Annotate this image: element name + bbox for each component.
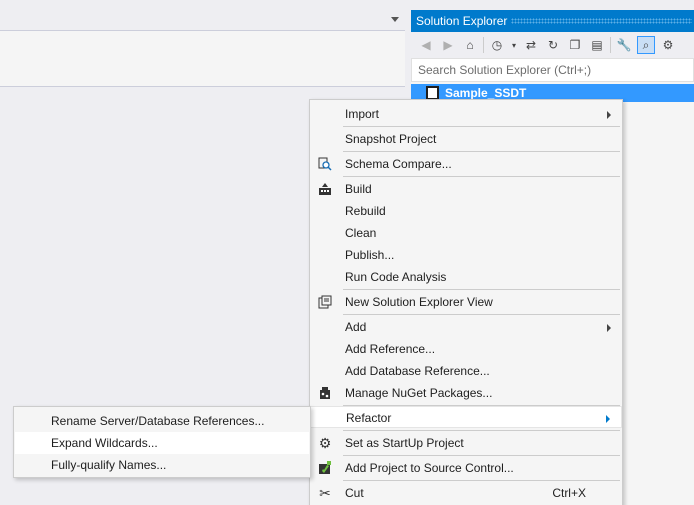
refactor-submenu: Rename Server/Database References... Exp…: [13, 406, 311, 478]
menu-item-label: Import: [345, 107, 380, 121]
menu-item-label: Set as StartUp Project: [345, 436, 464, 450]
menu-separator: [343, 151, 620, 152]
forward-icon[interactable]: ▶: [439, 36, 457, 54]
collapse-all-icon[interactable]: ❐: [566, 36, 584, 54]
menu-separator: [343, 314, 620, 315]
submenu-item-label: Fully-qualify Names...: [51, 458, 167, 472]
menu-item-import[interactable]: Import: [310, 103, 622, 125]
menu-item-label: New Solution Explorer View: [345, 295, 493, 309]
menu-separator: [343, 430, 620, 431]
menu-item-snapshot-project[interactable]: Snapshot Project: [310, 128, 622, 150]
submenu-arrow-icon: [607, 111, 611, 119]
menu-item-label: Add: [345, 320, 367, 334]
menu-item-add[interactable]: Add: [310, 316, 622, 338]
menu-item-label: Clean: [345, 226, 377, 240]
menu-separator: [343, 480, 620, 481]
submenu-arrow-icon: [607, 324, 611, 332]
menu-item-label: Schema Compare...: [345, 157, 452, 171]
submenu-item-rename-references[interactable]: Rename Server/Database References...: [15, 410, 309, 432]
properties-wrench-icon[interactable]: 🔧: [615, 36, 633, 54]
menu-item-set-startup-project[interactable]: ⚙ Set as StartUp Project: [310, 432, 622, 454]
menu-item-label: Manage NuGet Packages...: [345, 386, 493, 400]
menu-item-label: Snapshot Project: [345, 132, 437, 146]
project-context-menu: Import Snapshot Project Schema Compare..…: [309, 99, 623, 505]
build-icon: [317, 181, 333, 197]
submenu-item-expand-wildcards[interactable]: Expand Wildcards...: [15, 432, 309, 454]
toolbar-separator: [483, 37, 484, 53]
menu-item-shortcut: Ctrl+X: [552, 486, 586, 500]
toolbar-separator: [610, 37, 611, 53]
solution-explorer-search-input[interactable]: Search Solution Explorer (Ctrl+;): [411, 58, 694, 82]
menu-item-add-database-reference[interactable]: Add Database Reference...: [310, 360, 622, 382]
menu-separator: [343, 176, 620, 177]
submenu-arrow-icon: [606, 415, 610, 423]
refresh-icon[interactable]: ↻: [544, 36, 562, 54]
menu-item-add-reference[interactable]: Add Reference...: [310, 338, 622, 360]
document-area: [0, 31, 405, 87]
menu-item-label: Rebuild: [345, 204, 386, 218]
home-icon[interactable]: ⌂: [461, 36, 479, 54]
scissors-icon: ✂: [319, 484, 331, 501]
menu-item-label: Run Code Analysis: [345, 270, 447, 284]
preview-selected-icon[interactable]: ⌕: [637, 36, 655, 54]
submenu-item-fully-qualify-names[interactable]: Fully-qualify Names...: [15, 454, 309, 476]
menu-item-label: Refactor: [346, 411, 392, 425]
chevron-down-icon[interactable]: ▾: [510, 36, 518, 54]
menu-item-new-solution-explorer-view[interactable]: New Solution Explorer View: [310, 291, 622, 313]
menu-item-add-to-source-control[interactable]: Add Project to Source Control...: [310, 457, 622, 479]
submenu-item-label: Expand Wildcards...: [51, 436, 158, 450]
menu-item-refactor[interactable]: Refactor: [310, 406, 622, 428]
menu-item-cut[interactable]: ✂ Cut Ctrl+X: [310, 482, 622, 504]
menu-item-run-code-analysis[interactable]: Run Code Analysis: [310, 266, 622, 288]
menu-item-label: Publish...: [345, 248, 395, 262]
menu-item-schema-compare[interactable]: Schema Compare...: [310, 153, 622, 175]
menu-item-manage-nuget-packages[interactable]: Manage NuGet Packages...: [310, 382, 622, 404]
document-tab-bar: [0, 11, 405, 31]
new-view-icon: [317, 294, 333, 310]
solution-explorer-header[interactable]: Solution Explorer: [411, 10, 694, 32]
menu-item-clean[interactable]: Clean: [310, 222, 622, 244]
solution-explorer-toolbar: ◀ ▶ ⌂ ◷ ▾ ⇄ ↻ ❐ ▤ 🔧 ⌕ ⚙: [411, 32, 694, 58]
menu-item-label: Add Reference...: [345, 342, 436, 356]
chevron-down-icon[interactable]: [391, 17, 399, 22]
search-placeholder: Search Solution Explorer (Ctrl+;): [418, 63, 592, 77]
source-control-icon: [317, 460, 333, 476]
menu-item-label: Add Project to Source Control...: [345, 461, 514, 475]
menu-separator: [343, 289, 620, 290]
class-view-icon[interactable]: ⚙: [659, 36, 677, 54]
menu-item-label: Add Database Reference...: [345, 364, 490, 378]
menu-item-label: Cut: [345, 486, 364, 500]
menu-item-label: Build: [345, 182, 372, 196]
menu-separator: [343, 126, 620, 127]
back-icon[interactable]: ◀: [417, 36, 435, 54]
panel-grip: [511, 18, 692, 24]
menu-separator: [343, 455, 620, 456]
menu-item-publish[interactable]: Publish...: [310, 244, 622, 266]
show-all-files-icon[interactable]: ▤: [588, 36, 606, 54]
submenu-item-label: Rename Server/Database References...: [51, 414, 265, 428]
menu-item-rebuild[interactable]: Rebuild: [310, 200, 622, 222]
gear-icon: ⚙: [318, 434, 332, 451]
schema-compare-icon: [317, 156, 333, 172]
menu-item-build[interactable]: Build: [310, 178, 622, 200]
sync-icon[interactable]: ⇄: [522, 36, 540, 54]
solution-explorer-title: Solution Explorer: [416, 14, 508, 28]
nuget-icon: [317, 385, 333, 401]
project-name: Sample_SSDT: [445, 86, 527, 100]
pending-changes-filter-icon[interactable]: ◷: [488, 36, 506, 54]
database-project-icon: [426, 86, 439, 100]
